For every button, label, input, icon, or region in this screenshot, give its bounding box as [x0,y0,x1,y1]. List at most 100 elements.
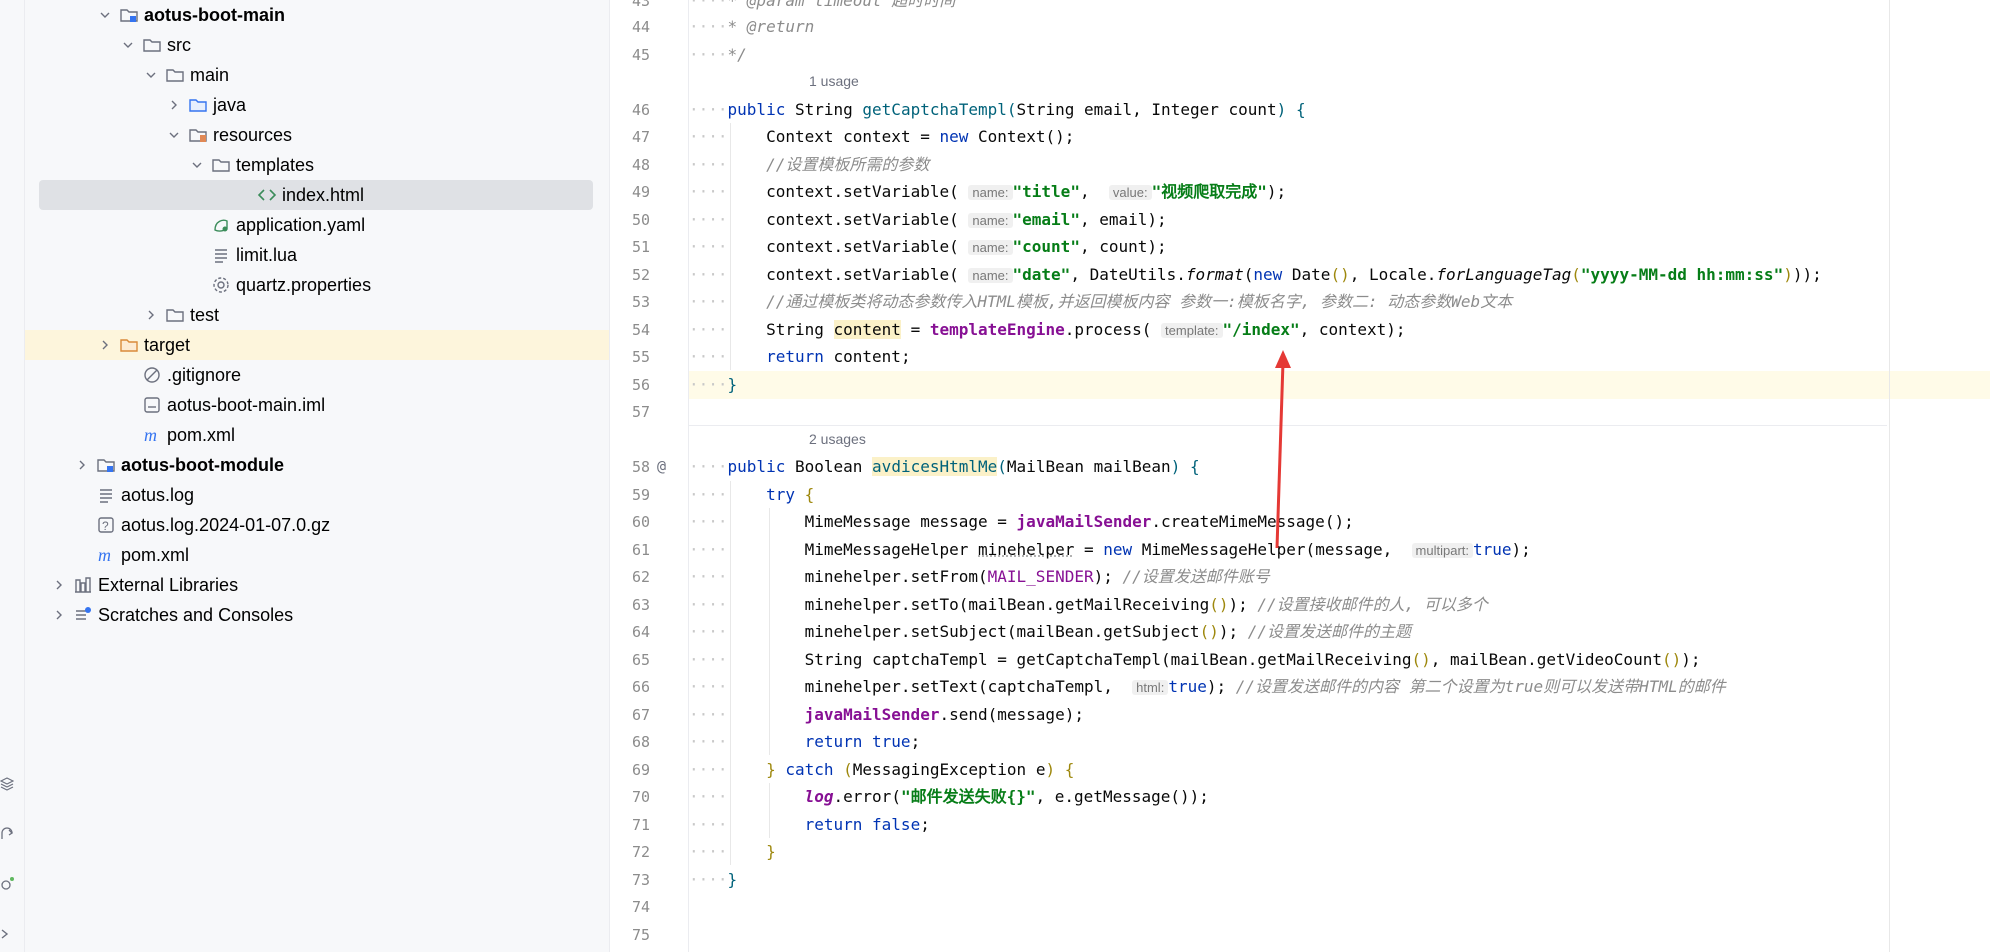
tree-node-aotus-log[interactable]: aotus.log [39,480,593,510]
tree-node-aotus-boot-main[interactable]: aotus-boot-main [39,0,593,30]
tree-node-target[interactable]: target [25,330,609,360]
tree-node-scratches-and-consoles[interactable]: Scratches and Consoles [39,600,593,630]
keyword: true [1473,540,1512,559]
line-number: 68 [631,733,650,751]
var: minehelper [804,595,901,614]
line-number: 73 [631,871,650,889]
line-number: 51 [631,238,650,256]
tree-node-templates[interactable]: templates [39,150,593,180]
comment: //设置模板所需的参数 [766,155,930,174]
line-number: 47 [631,128,650,146]
tree-node-limit-lua[interactable]: limit.lua [39,240,593,270]
tree-node-src[interactable]: src [39,30,593,60]
chevron-right-icon[interactable] [164,95,184,115]
tree-node-aotus-boot-main-iml[interactable]: aotus-boot-main.iml [39,390,593,420]
code-line: ···· MimeMessage message = javaMailSende… [689,512,1354,531]
folder-icon [142,35,162,55]
chevron-down-icon[interactable] [141,65,161,85]
usage-hint[interactable]: 2 usages [809,431,866,447]
chevron-down-icon[interactable] [118,35,138,55]
tree-node-aotus-log-2024-01-07-0-gz[interactable]: ? aotus.log.2024-01-07.0.gz [39,510,593,540]
code-editor[interactable]: @ 43 44 45 46 47 48 49 50 51 52 53 54 55 56 57 58 59 60 61… [610,0,1990,952]
tree-node-label: aotus.log.2024-01-07.0.gz [121,515,331,535]
tree-node-external-libraries[interactable]: External Libraries [39,570,593,600]
method-call: getSubject [1103,622,1200,641]
line-number: 45 [631,46,650,64]
line-number: 50 [631,211,650,229]
type: DateUtils [1089,265,1177,284]
param: mailBean [968,595,1046,614]
tree-node-label: java [213,95,247,115]
string: "count" [1012,237,1080,256]
tree-node-test[interactable]: test [39,300,593,330]
chevron-right-icon[interactable] [72,455,92,475]
string: "email" [1012,210,1080,229]
comment: //设置接收邮件的人, 可以多个 [1257,595,1488,614]
tree-node-pom-xml[interactable]: m pom.xml [39,420,593,450]
layers-icon[interactable] [0,777,14,791]
run-dashboard-icon[interactable] [0,827,14,841]
line-number: 64 [631,623,650,641]
keyword: false [872,815,921,834]
code-line: ···· minehelper.setText(captchaTempl, ht… [689,677,1726,696]
string: "date" [1012,265,1071,284]
type: Integer [1151,100,1219,119]
string: "title" [1012,182,1080,201]
chevron-down-icon[interactable] [164,125,184,145]
chevron-down-icon[interactable] [187,155,207,175]
tree-node-label: pom.xml [167,425,236,445]
tree-node-index-html[interactable]: index.html [39,180,593,210]
chevron-down-icon[interactable] [95,5,115,25]
method-call: send [949,705,988,724]
tree-node-label: pom.xml [121,545,190,565]
folder-icon [211,155,231,175]
tree-node-label: target [144,335,191,355]
maven-icon: m [142,425,162,445]
comment: */ [727,45,747,64]
param-hint: html: [1132,680,1169,695]
type: Context [978,127,1046,146]
tree-node-label: Scratches and Consoles [98,605,294,625]
tree-node-label: aotus-boot-main.iml [167,395,326,415]
tree-node-gitignore[interactable]: .gitignore [39,360,593,390]
method-name: avdicesHtmlMe [872,457,998,476]
tree-node-main[interactable]: main [39,60,593,90]
chevron-right-icon[interactable] [49,605,69,625]
line-number: 71 [631,816,650,834]
string: "邮件发送失败{}" [900,787,1036,806]
terminal-icon[interactable] [0,927,14,941]
method-call: setSubject [910,622,1007,641]
editor-gutter: @ 43 44 45 46 47 48 49 50 51 52 53 54 55 56 57 58 59 60 61… [610,0,689,952]
line-number: 58 [631,458,650,476]
tree-node-quartz-properties[interactable]: quartz.properties [39,270,593,300]
maven-icon: m [96,545,116,565]
chevron-right-icon[interactable] [95,335,115,355]
usage-hint[interactable]: 1 usage [809,73,859,89]
code-line: ····*/ [689,45,747,64]
chevron-right-icon[interactable] [49,575,69,595]
implemented-method-marker-icon[interactable]: @ [657,457,666,475]
field: log [804,787,834,806]
method-call: getMessage [1074,787,1171,806]
method-call: setVariable [843,210,950,229]
chevron-right-icon[interactable] [141,305,161,325]
line-number: 72 [631,843,650,861]
code-line: ···· context.setVariable( name: "email", … [689,210,1167,229]
line-number: 56 [631,376,650,394]
tree-node-application-yaml[interactable]: application.yaml [39,210,593,240]
code-area[interactable]: 1 usage 2 usages ····* @param timeout 超时… [689,0,1990,952]
field: javaMailSender [1016,512,1152,531]
comment: * @param timeout 超时时间 [727,0,956,10]
tree-node-resources[interactable]: resources [39,120,593,150]
param-hint: value: [1108,185,1152,200]
var: captchaTempl [987,677,1104,696]
folder-icon [165,305,185,325]
field: templateEngine [929,320,1065,339]
tree-node-pom-xml[interactable]: m pom.xml [39,540,593,570]
var-highlight: content [833,320,901,339]
tree-node-aotus-boot-module[interactable]: aotus-boot-module [39,450,593,480]
tree-node-java[interactable]: java [39,90,593,120]
comment: //设置发送邮件的主题 [1247,622,1412,641]
line-number: 53 [631,293,650,311]
services-icon[interactable] [0,877,14,891]
